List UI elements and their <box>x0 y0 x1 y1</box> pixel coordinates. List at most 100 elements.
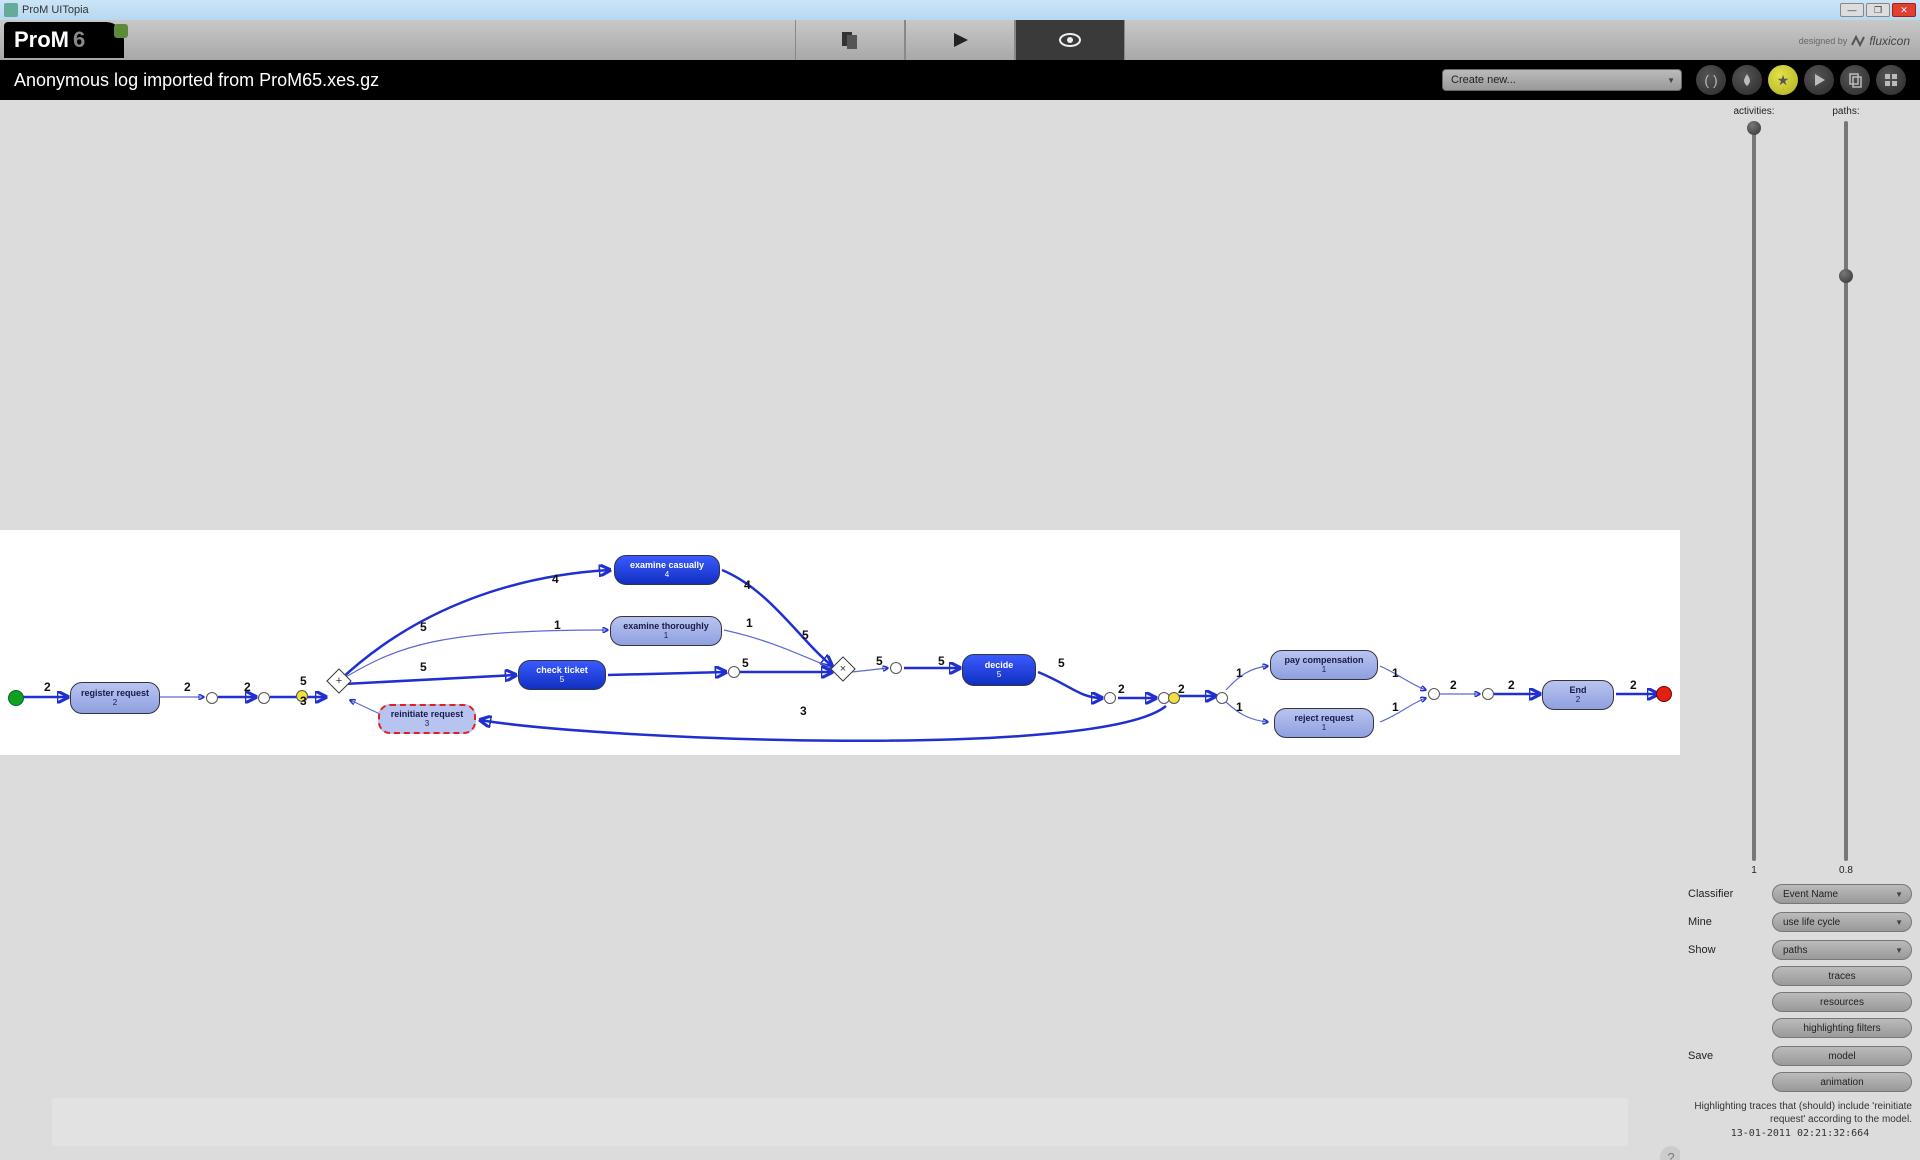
show-row: Show paths <box>1688 940 1912 960</box>
fluxicon-icon <box>1851 35 1865 47</box>
edge-count: 2 <box>184 680 191 694</box>
save-animation-button[interactable]: animation <box>1772 1072 1912 1092</box>
app-icon <box>4 3 18 17</box>
save-model-button[interactable]: model <box>1772 1046 1912 1066</box>
show-dropdown[interactable]: paths <box>1772 940 1912 960</box>
node-examine-casually[interactable]: examine casually 4 <box>614 555 720 585</box>
copy-button[interactable] <box>1840 65 1870 95</box>
parentheses-button[interactable]: ( ) <box>1696 65 1726 95</box>
favorite-button[interactable]: ★ <box>1768 65 1798 95</box>
app-toolbar: ProM 6 designed by fluxicon <box>0 20 1920 60</box>
resources-button[interactable]: resources <box>1772 992 1912 1012</box>
classifier-dropdown[interactable]: Event Name <box>1772 884 1912 904</box>
edge-count: 2 <box>1118 682 1125 696</box>
edge-count: 5 <box>802 628 809 642</box>
edge-count: 1 <box>1392 700 1399 714</box>
place <box>206 692 218 704</box>
edge-count: 1 <box>1236 700 1243 714</box>
place <box>1428 688 1440 700</box>
maximize-button[interactable]: ❐ <box>1866 3 1890 17</box>
right-panel: activities: 1 paths: 0.8 Classifier Even… <box>1680 100 1920 1160</box>
create-new-dropdown[interactable]: Create new... <box>1442 69 1682 91</box>
brand-name: fluxicon <box>1869 34 1910 48</box>
edge-count: 3 <box>800 704 807 718</box>
workspace-icon <box>838 30 862 50</box>
logo-version: 6 <box>73 27 85 53</box>
status-message: Highlighting traces that (should) includ… <box>1688 1100 1912 1126</box>
edge-count: 5 <box>1058 656 1065 670</box>
edge-count: 5 <box>876 654 883 668</box>
tab-workspace[interactable] <box>795 20 905 60</box>
activities-label: activities: <box>1733 106 1774 117</box>
edge-count: 5 <box>300 674 307 688</box>
classifier-row: Classifier Event Name <box>1688 884 1912 904</box>
traces-button[interactable]: traces <box>1772 966 1912 986</box>
designed-by: designed by fluxicon <box>1799 34 1910 48</box>
edge-count: 2 <box>1178 682 1185 696</box>
edge-count: 1 <box>746 616 753 630</box>
grid-button[interactable] <box>1876 65 1906 95</box>
save-label: Save <box>1688 1050 1766 1062</box>
create-new-label: Create new... <box>1451 74 1516 86</box>
node-reject-request[interactable]: reject request 1 <box>1274 708 1374 738</box>
tab-view[interactable] <box>1015 20 1125 60</box>
mode-tabs <box>795 20 1125 60</box>
edge-count: 1 <box>1392 666 1399 680</box>
edge-count: 4 <box>744 578 751 592</box>
diagram-band <box>0 530 1680 755</box>
edge-count: 2 <box>1630 678 1637 692</box>
main-area: register request 2 reinitiate request 3 … <box>0 100 1920 1160</box>
edge-count: 2 <box>44 680 51 694</box>
message-box <box>52 1098 1628 1146</box>
node-pay-compensation[interactable]: pay compensation 1 <box>1270 650 1378 680</box>
subheader: Anonymous log imported from ProM65.xes.g… <box>0 60 1920 100</box>
save-row: Save model <box>1688 1046 1912 1066</box>
edge-count: 1 <box>554 618 561 632</box>
edge-count: 2 <box>1508 678 1515 692</box>
place <box>1104 692 1116 704</box>
place <box>1482 688 1494 700</box>
node-decide[interactable]: decide 5 <box>962 654 1036 686</box>
edge-count: 5 <box>742 656 749 670</box>
start-place <box>8 690 24 706</box>
mine-row: Mine use life cycle <box>1688 912 1912 932</box>
mine-dropdown[interactable]: use life cycle <box>1772 912 1912 932</box>
activities-value: 1 <box>1751 865 1757 876</box>
window-titlebar: ProM UITopia — ❐ ✕ <box>0 0 1920 20</box>
drop-button[interactable] <box>1732 65 1762 95</box>
node-register-request[interactable]: register request 2 <box>70 682 160 714</box>
logo-tab[interactable]: ProM 6 <box>4 22 124 58</box>
mine-label: Mine <box>1688 916 1766 928</box>
activities-track[interactable] <box>1752 121 1756 861</box>
grid-icon <box>1883 72 1899 88</box>
edge-count: 2 <box>244 680 251 694</box>
run-button[interactable] <box>1804 65 1834 95</box>
highlighting-filters-button[interactable]: highlighting filters <box>1772 1018 1912 1038</box>
edge-count: 5 <box>420 620 427 634</box>
show-label: Show <box>1688 944 1766 956</box>
node-reinitiate-request[interactable]: reinitiate request 3 <box>378 704 476 734</box>
paths-track[interactable] <box>1844 121 1848 861</box>
paths-label: paths: <box>1832 106 1859 117</box>
edge-count: 2 <box>1450 678 1457 692</box>
window-title: ProM UITopia <box>22 4 89 16</box>
node-end[interactable]: End 2 <box>1542 680 1614 710</box>
help-button[interactable]: ? <box>1660 1146 1680 1160</box>
edge-count: 1 <box>1236 666 1243 680</box>
diagram-canvas[interactable]: register request 2 reinitiate request 3 … <box>0 100 1680 1160</box>
minimize-button[interactable]: — <box>1840 3 1864 17</box>
node-examine-thoroughly[interactable]: examine thoroughly 1 <box>610 616 722 646</box>
activities-thumb[interactable] <box>1747 121 1761 135</box>
designed-label: designed by <box>1799 36 1848 46</box>
end-place <box>1656 686 1672 702</box>
status-timestamp: 13-01-2011 02:21:32:664 <box>1688 1128 1912 1139</box>
tab-actions[interactable] <box>905 20 1015 60</box>
paths-thumb[interactable] <box>1839 269 1853 283</box>
close-button[interactable]: ✕ <box>1892 3 1916 17</box>
paths-value: 0.8 <box>1839 865 1853 876</box>
node-check-ticket[interactable]: check ticket 5 <box>518 660 606 690</box>
edge-count: 3 <box>300 694 307 708</box>
place <box>890 662 902 674</box>
place <box>258 692 270 704</box>
copy-icon <box>1847 72 1863 88</box>
